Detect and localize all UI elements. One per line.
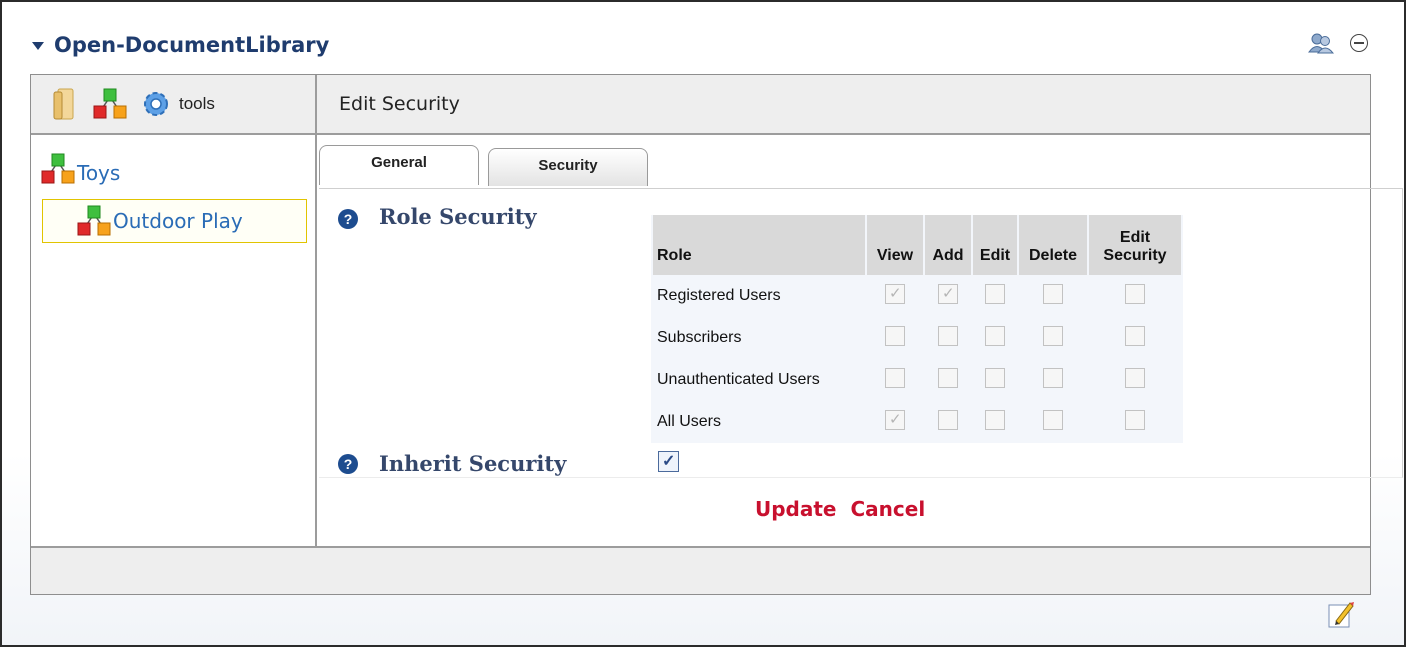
gear-icon[interactable] <box>141 89 171 119</box>
view-checkbox[interactable] <box>885 325 905 346</box>
edit-checkbox[interactable] <box>985 283 1005 304</box>
column-header-edit: Edit <box>973 215 1017 275</box>
table-row: Registered Users <box>653 275 1181 317</box>
add-checkbox[interactable] <box>938 409 958 430</box>
view-checkbox[interactable] <box>885 409 905 430</box>
tree-node-label[interactable]: Toys <box>77 161 120 185</box>
pencil-icon[interactable] <box>1328 599 1354 629</box>
add-checkbox[interactable] <box>938 367 958 388</box>
cancel-button[interactable]: Cancel <box>851 497 926 521</box>
role-permissions-table: Role View Add Edit Delete Edit Security … <box>651 215 1183 443</box>
role-name: Subscribers <box>657 329 742 346</box>
category-tree: Toys Outdoor Play <box>31 135 317 547</box>
footer-bar <box>31 546 1370 594</box>
delete-checkbox[interactable] <box>1043 367 1063 388</box>
module-header: Open-DocumentLibrary <box>32 28 329 62</box>
column-header-role: Role <box>653 215 865 275</box>
table-row: Unauthenticated Users <box>653 359 1181 401</box>
category-cubes-icon <box>41 153 75 184</box>
tab-general[interactable]: General <box>319 145 479 185</box>
module-frame: tools Edit Security Toys Outdoor Play Ge… <box>30 74 1403 595</box>
edit-security-checkbox[interactable] <box>1125 325 1145 346</box>
column-header-view: View <box>867 215 923 275</box>
edit-security-checkbox[interactable] <box>1125 283 1145 304</box>
question-circle-icon[interactable]: ? <box>338 454 358 474</box>
add-checkbox[interactable] <box>938 283 958 304</box>
edit-security-checkbox[interactable] <box>1125 367 1145 388</box>
column-header-delete: Delete <box>1019 215 1087 275</box>
add-checkbox[interactable] <box>938 325 958 346</box>
tree-node-label[interactable]: Outdoor Play <box>113 209 243 233</box>
table-row: All Users <box>653 401 1181 443</box>
tab-security[interactable]: Security <box>488 148 648 186</box>
edit-checkbox[interactable] <box>985 325 1005 346</box>
tree-node-outdoor-play[interactable]: Outdoor Play <box>42 199 307 243</box>
role-name: Registered Users <box>657 287 781 304</box>
edit-checkbox[interactable] <box>985 409 1005 430</box>
tools-label[interactable]: tools <box>179 94 215 114</box>
delete-checkbox[interactable] <box>1043 325 1063 346</box>
edit-security-panel: General Security ? Role Security Role Vi… <box>319 135 1403 547</box>
category-cubes-icon[interactable] <box>93 88 127 120</box>
view-checkbox[interactable] <box>885 367 905 388</box>
toolbar: tools Edit Security <box>31 75 1370 135</box>
circle-minus-icon[interactable] <box>1350 34 1368 52</box>
folder-icon[interactable] <box>53 87 79 121</box>
role-name: All Users <box>657 413 722 430</box>
toolbar-tools: tools <box>31 75 317 133</box>
header-actions <box>1308 32 1368 54</box>
users-icon[interactable] <box>1308 32 1334 54</box>
form-actions: Update Cancel <box>755 497 925 521</box>
role-name: Unauthenticated Users <box>657 371 820 388</box>
delete-checkbox[interactable] <box>1043 409 1063 430</box>
inherit-security-checkbox[interactable] <box>658 451 679 472</box>
question-circle-icon[interactable]: ? <box>338 209 358 229</box>
module-title: Open-DocumentLibrary <box>54 33 330 57</box>
inherit-security-label: Inherit Security <box>379 451 567 476</box>
tab-bar: General Security <box>319 145 1370 189</box>
delete-checkbox[interactable] <box>1043 283 1063 304</box>
panel-title: Edit Security <box>339 93 460 115</box>
triangle-down-icon[interactable] <box>32 42 44 50</box>
role-security-label: Role Security <box>379 204 537 229</box>
edit-security-checkbox[interactable] <box>1125 409 1145 430</box>
update-button[interactable]: Update <box>755 497 837 521</box>
table-row: Subscribers <box>653 317 1181 359</box>
view-checkbox[interactable] <box>885 283 905 304</box>
edit-checkbox[interactable] <box>985 367 1005 388</box>
column-header-edit-security: Edit Security <box>1089 215 1181 275</box>
column-header-add: Add <box>925 215 971 275</box>
tree-node-toys[interactable]: Toys <box>41 153 120 185</box>
category-cubes-icon <box>77 205 111 236</box>
